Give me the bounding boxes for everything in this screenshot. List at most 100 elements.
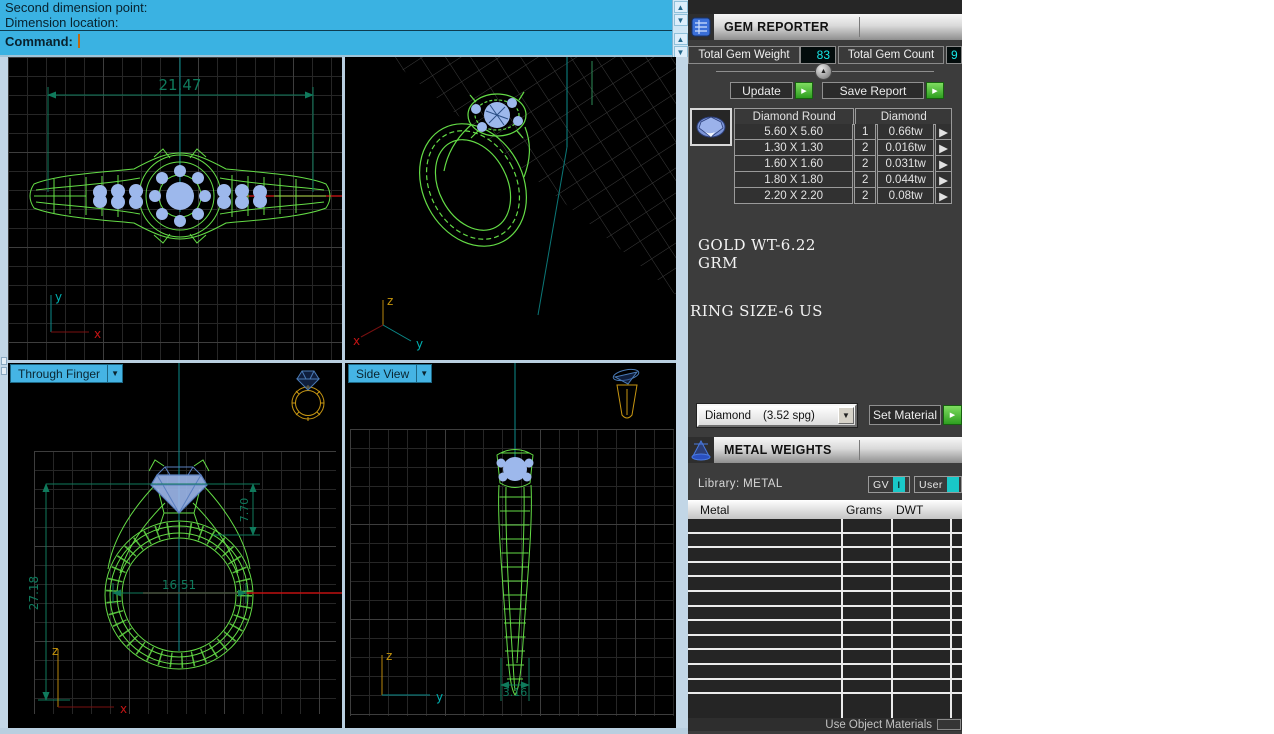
ring-side-style-icon — [612, 367, 640, 418]
gem-count: 2 — [854, 172, 876, 188]
command-history-line: Second dimension point: — [0, 0, 672, 15]
gem-row-action-button[interactable]: ▶ — [935, 140, 952, 156]
metal-table-row[interactable] — [688, 577, 962, 592]
perspective-grid-plane — [387, 57, 676, 295]
command-scrollbar[interactable]: ▲ ▼ ▲ ▼ — [672, 0, 688, 57]
metal-table-body[interactable] — [688, 519, 962, 718]
gem-table-row[interactable]: 5.60 X 5.60 1 0.66tw ▶ — [734, 124, 952, 140]
metal-table-row[interactable] — [688, 636, 962, 651]
metal-table-row[interactable] — [688, 650, 962, 665]
gem-reporter-icon-glyph — [691, 17, 711, 37]
viewport-right-edge — [676, 57, 688, 728]
header-divider — [859, 17, 860, 37]
set-material-go-button[interactable]: ▶ — [943, 405, 962, 425]
update-button[interactable]: Update — [730, 82, 793, 99]
axis-label-x: x — [353, 334, 360, 348]
gem-row-action-button[interactable]: ▶ — [935, 188, 952, 204]
gem-reporter-header[interactable]: GEM REPORTER — [714, 14, 962, 40]
axis-icon-side: z y — [382, 649, 443, 704]
desktop-background — [962, 0, 1274, 734]
viewport-top-left[interactable]: 21.47 y x — [8, 57, 342, 360]
gem-row-action-button[interactable]: ▶ — [935, 172, 952, 188]
gem-table-row[interactable]: 2.20 X 2.20 2 0.08tw ▶ — [734, 188, 952, 204]
gem-size-header: Diamond Round — [734, 108, 854, 125]
chevron-down-icon[interactable]: ▼ — [416, 365, 431, 382]
library-row: Library: METAL GV I User — [688, 476, 962, 494]
collapse-button[interactable]: ▲ — [815, 63, 832, 80]
column-divider — [841, 519, 843, 718]
gem-weight: 0.044tw — [877, 172, 934, 188]
gv-label: GV — [869, 477, 893, 492]
gem-table-row[interactable]: 1.30 X 1.30 2 0.016tw ▶ — [734, 140, 952, 156]
gem-row-action-button[interactable]: ▶ — [935, 156, 952, 172]
metal-table-row[interactable] — [688, 534, 962, 549]
header-divider — [859, 440, 860, 460]
metal-table-row[interactable] — [688, 592, 962, 607]
metal-table-row[interactable] — [688, 621, 962, 636]
metal-table-row[interactable] — [688, 665, 962, 680]
prompt-scroll-up-icon[interactable]: ▲ — [674, 33, 688, 45]
column-divider — [891, 519, 893, 718]
gem-weight: 0.08tw — [877, 188, 934, 204]
gem-table: Diamond Round Diamond 5.60 X 5.60 1 0.66… — [734, 108, 952, 204]
user-indicator — [947, 477, 959, 492]
metal-table-row[interactable] — [688, 680, 962, 695]
viewport-top-right[interactable]: z x y — [345, 57, 676, 360]
material-dropdown[interactable]: Diamond (3.52 spg) ▼ — [697, 404, 857, 427]
gem-thumbnail[interactable] — [690, 108, 732, 146]
metal-table-row[interactable] — [688, 563, 962, 578]
matrix-cad-window: Second dimension point: Dimension locati… — [0, 0, 1274, 734]
sidebar-handle[interactable] — [1, 357, 7, 365]
scale-icon[interactable] — [688, 437, 714, 463]
collapsed-sidebar-strip[interactable] — [0, 57, 8, 728]
gem-weight: 0.031tw — [877, 156, 934, 172]
gems-top-view — [93, 165, 267, 227]
command-input[interactable]: Command: — [0, 30, 672, 51]
viewport-view-dropdown[interactable]: Through Finger ▼ — [10, 364, 123, 383]
axis-label-z: z — [387, 294, 393, 308]
sidebar-handle[interactable] — [1, 367, 7, 375]
gv-button[interactable]: GV I — [868, 476, 910, 493]
gv-indicator: I — [893, 477, 905, 492]
grams-column-header: Grams — [846, 503, 882, 517]
viewport-view-label: Through Finger — [11, 365, 107, 382]
front-view-drawing: 27.18 7.70 16.51 z x — [8, 363, 342, 728]
panel-top-strip — [688, 0, 962, 14]
metal-table-row[interactable] — [688, 548, 962, 563]
scroll-up-icon[interactable]: ▲ — [674, 1, 688, 13]
viewport-view-dropdown[interactable]: Side View ▼ — [348, 364, 432, 383]
viewport-zone: 21.47 y x — [0, 57, 688, 734]
gem-table-row[interactable]: 1.60 X 1.60 2 0.031tw ▶ — [734, 156, 952, 172]
gem-table-row[interactable]: 1.80 X 1.80 2 0.044tw ▶ — [734, 172, 952, 188]
axis-icon-front: z x — [52, 644, 127, 716]
dropdown-arrow-icon[interactable]: ▼ — [838, 407, 854, 424]
user-button[interactable]: User — [914, 476, 962, 493]
metal-weights-header[interactable]: METAL WEIGHTS — [714, 437, 962, 463]
gem-reporter-icon[interactable] — [688, 14, 714, 40]
axis-tripod: z x y — [353, 294, 423, 351]
save-report-button[interactable]: Save Report — [822, 82, 924, 99]
viewport-bottom-left[interactable]: 27.18 7.70 16.51 z x T — [8, 363, 342, 728]
gems-side-view — [497, 457, 534, 482]
ring-wireframe-side[interactable] — [497, 450, 533, 696]
scroll-down-icon[interactable]: ▼ — [674, 14, 688, 26]
axis-label-y: y — [416, 337, 423, 351]
set-material-button[interactable]: Set Material — [869, 405, 941, 425]
command-history-panel[interactable]: Second dimension point: Dimension locati… — [0, 0, 672, 57]
library-label: Library: METAL — [698, 478, 783, 490]
command-prompt-label: Command: — [5, 31, 73, 52]
save-report-go-button[interactable]: ▶ — [926, 82, 944, 99]
gem-row-action-button[interactable]: ▶ — [935, 124, 952, 140]
update-go-button[interactable]: ▶ — [795, 82, 813, 99]
use-object-materials-toggle[interactable] — [937, 719, 961, 730]
chevron-down-icon[interactable]: ▼ — [107, 365, 122, 382]
command-history-line: Dimension location: — [0, 15, 672, 30]
metal-table-row[interactable] — [688, 519, 962, 534]
viewport-bottom-right[interactable]: 3.16 z y Side View ▼ — [345, 363, 676, 728]
gem-weight: 0.66tw — [877, 124, 934, 140]
metal-table-row[interactable] — [688, 607, 962, 622]
play-icon: ▶ — [932, 87, 937, 95]
gem-type-header: Diamond — [855, 108, 952, 125]
total-gem-count-label: Total Gem Count — [838, 46, 944, 64]
use-object-materials-label: Use Object Materials — [825, 719, 932, 731]
